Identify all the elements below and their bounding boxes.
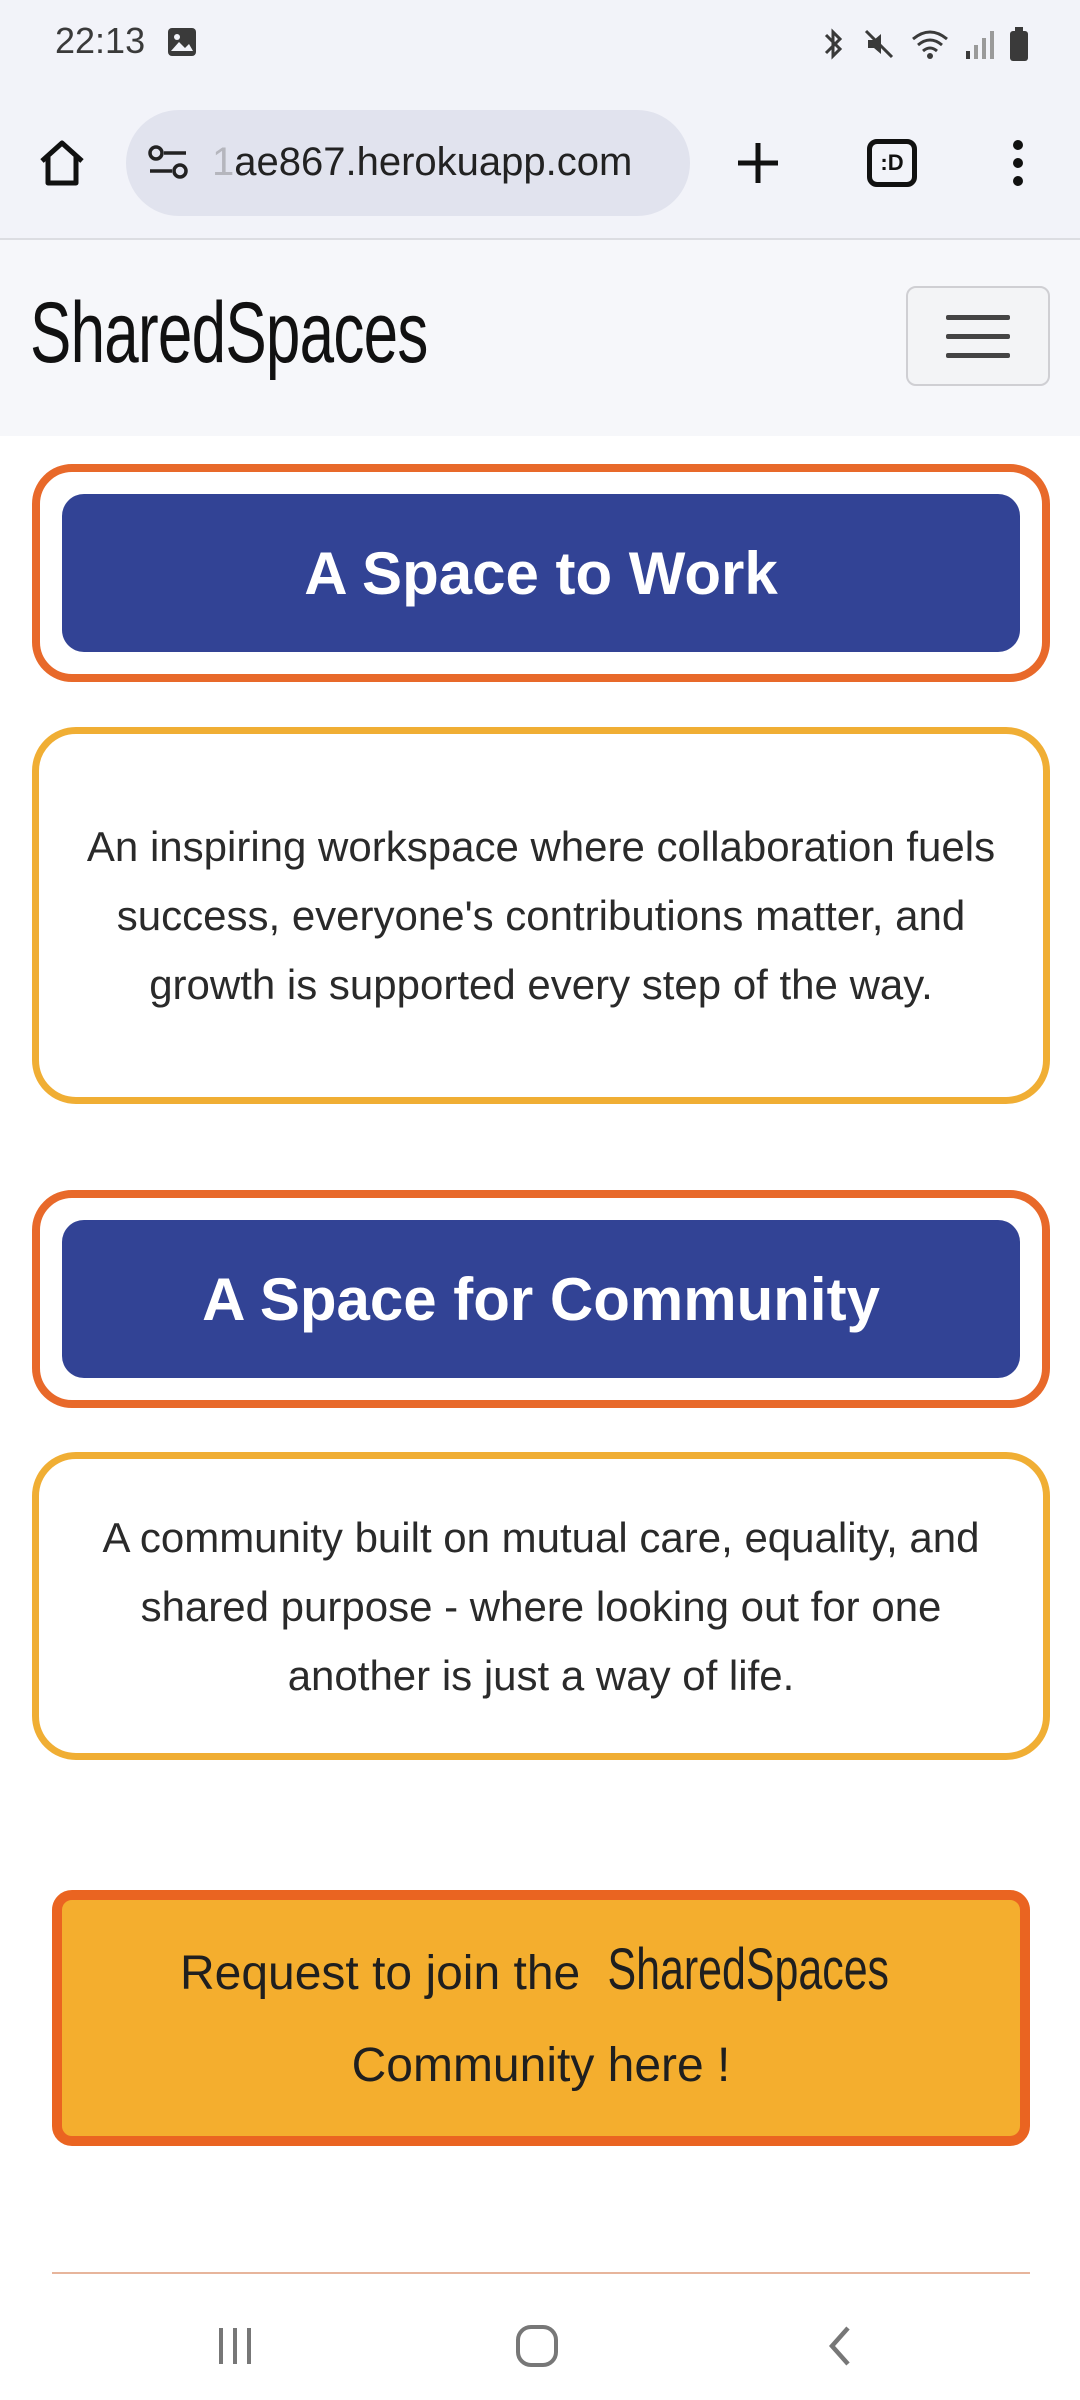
hamburger-line <box>946 334 1010 339</box>
section-text-card: An inspiring workspace where collaborati… <box>32 727 1050 1104</box>
recents-icon <box>219 2328 251 2364</box>
section-body: An inspiring workspace where collaborati… <box>86 823 996 1008</box>
section-heading-card: A Space for Community <box>32 1190 1050 1408</box>
battery-icon <box>1008 26 1030 62</box>
nav-toggle-button[interactable] <box>906 286 1050 386</box>
bluetooth-icon <box>818 26 848 62</box>
wifi-icon <box>910 27 950 61</box>
image-icon <box>166 26 198 58</box>
footer-divider <box>52 2272 1030 2274</box>
plus-icon <box>738 143 778 183</box>
join-request-button[interactable]: Request to join the SharedSpaces Communi… <box>52 1890 1030 2146</box>
section-heading-card: A Space to Work <box>32 464 1050 682</box>
browser-toolbar: 1ae867.herokuapp.com :D <box>0 88 1080 240</box>
hamburger-icon <box>946 315 1010 320</box>
hamburger-line <box>946 353 1010 358</box>
new-tab-button[interactable] <box>718 123 798 203</box>
url-prefix: 1 <box>212 140 235 184</box>
tabs-icon: :D <box>867 139 917 187</box>
status-time: 22:13 <box>55 20 146 61</box>
more-vert-icon <box>1013 140 1023 186</box>
site-settings-icon[interactable] <box>146 140 190 189</box>
signal-icon <box>964 27 994 61</box>
home-icon <box>40 140 84 186</box>
section-text-card: A community built on mutual care, equali… <box>32 1452 1050 1760</box>
url-text[interactable]: 1ae867.herokuapp.com <box>212 140 672 185</box>
home-button[interactable] <box>22 123 102 203</box>
cta-text: Request to join the SharedSpaces Communi… <box>180 1924 902 2112</box>
section-heading: A Space to Work <box>62 494 1020 652</box>
cta-prefix: Request to join the <box>179 1947 581 2000</box>
site-navbar: SharedSpaces <box>0 240 1080 436</box>
tabs-label: :D <box>880 150 904 175</box>
url-host: ae867.herokuapp.com <box>234 140 633 184</box>
status-bar: 22:13 <box>0 0 1080 88</box>
more-menu-button[interactable] <box>978 123 1058 203</box>
brand-logo[interactable]: SharedSpaces <box>30 284 428 383</box>
back-icon <box>828 2326 850 2366</box>
mute-icon <box>862 27 896 61</box>
recents-button[interactable] <box>195 2314 275 2378</box>
section-heading: A Space for Community <box>62 1220 1020 1378</box>
home-circle-icon <box>516 2325 558 2367</box>
address-bar[interactable]: 1ae867.herokuapp.com <box>126 110 690 216</box>
system-nav-bar <box>0 2290 1080 2400</box>
home-nav-button[interactable] <box>497 2314 577 2378</box>
cta-suffix: Community here ! <box>351 2039 731 2092</box>
back-button[interactable] <box>800 2314 880 2378</box>
section-body: A community built on mutual care, equali… <box>102 1513 980 1699</box>
tabs-button[interactable]: :D <box>852 123 932 203</box>
cta-brand: SharedSpaces <box>607 1937 889 2002</box>
